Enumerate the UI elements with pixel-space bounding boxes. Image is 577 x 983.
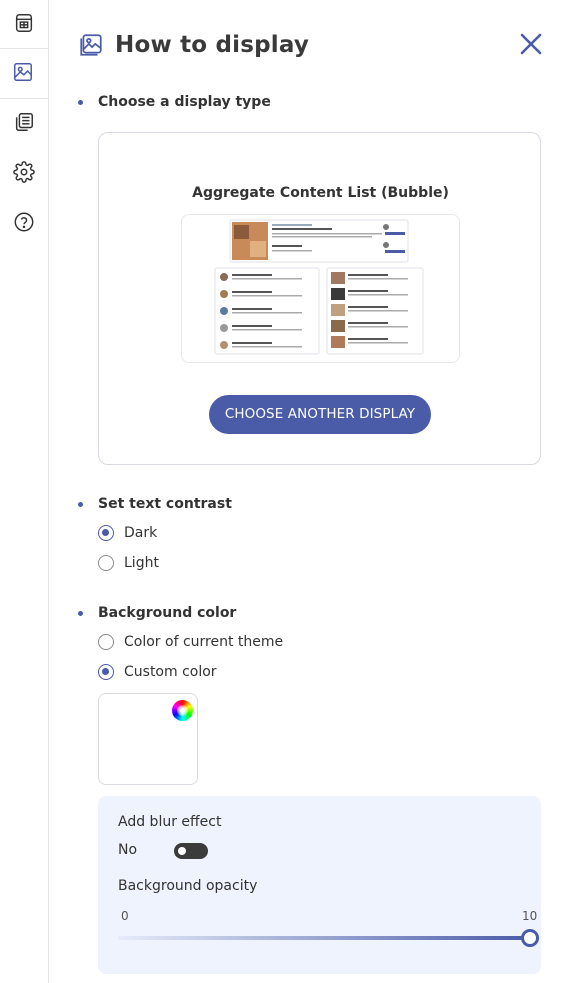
- display-type-label: Choose a display type: [98, 94, 271, 110]
- blur-value: No: [118, 842, 138, 858]
- radio-custom-color[interactable]: [98, 664, 114, 680]
- help-icon: [13, 211, 35, 237]
- bullet: [78, 100, 83, 105]
- image-icon: [12, 61, 34, 87]
- layout-table-icon: [13, 12, 35, 38]
- radio-light[interactable]: [98, 555, 114, 571]
- contrast-option-light[interactable]: Light: [98, 553, 159, 573]
- radio-theme-color[interactable]: [98, 634, 114, 650]
- gear-icon: [13, 160, 35, 187]
- radio-label: Light: [124, 555, 159, 571]
- bullet: [78, 611, 83, 616]
- bg-option-custom[interactable]: Custom color: [98, 662, 217, 682]
- display-preview-thumbnail: [181, 214, 460, 363]
- sidebar-item-content[interactable]: [0, 99, 48, 148]
- blur-effect-label: Add blur effect: [118, 814, 222, 830]
- blur-toggle[interactable]: [174, 843, 208, 859]
- bg-option-theme[interactable]: Color of current theme: [98, 632, 283, 652]
- color-wheel-icon[interactable]: [172, 700, 193, 721]
- radio-label: Color of current theme: [124, 634, 284, 650]
- opacity-slider-thumb[interactable]: [521, 929, 539, 947]
- image-icon: [78, 32, 104, 58]
- panel-header: How to display: [78, 28, 309, 62]
- sidebar-item-settings[interactable]: [0, 149, 48, 198]
- close-icon: [517, 30, 545, 58]
- color-swatch[interactable]: [98, 693, 198, 785]
- display-type-card: Aggregate Content List (Bubble) CHOOSE A…: [98, 132, 541, 465]
- opacity-min-label: 0: [121, 909, 129, 923]
- close-button[interactable]: [517, 30, 545, 58]
- sidebar-item-help[interactable]: [0, 199, 48, 248]
- sidebar-item-layout[interactable]: [0, 0, 48, 49]
- sidebar: [0, 0, 49, 983]
- radio-dark[interactable]: [98, 525, 114, 541]
- page-title: How to display: [115, 32, 310, 58]
- background-color-label: Background color: [98, 605, 237, 621]
- effects-panel: Add blur effect No Background opacity 0 …: [98, 796, 541, 974]
- radio-label: Dark: [124, 525, 158, 541]
- radio-label: Custom color: [124, 664, 217, 680]
- opacity-slider-track[interactable]: [118, 936, 532, 940]
- contrast-option-dark[interactable]: Dark: [98, 523, 157, 543]
- sidebar-item-display[interactable]: [0, 49, 48, 98]
- bullet: [78, 502, 83, 507]
- toggle-knob: [178, 847, 186, 855]
- opacity-label: Background opacity: [118, 878, 258, 894]
- text-contrast-label: Set text contrast: [98, 496, 232, 512]
- choose-another-display-button[interactable]: CHOOSE ANOTHER DISPLAY: [209, 395, 431, 434]
- current-display-name: Aggregate Content List (Bubble): [192, 185, 449, 201]
- opacity-max-label: 10: [522, 909, 538, 923]
- content-list-icon: [13, 111, 35, 137]
